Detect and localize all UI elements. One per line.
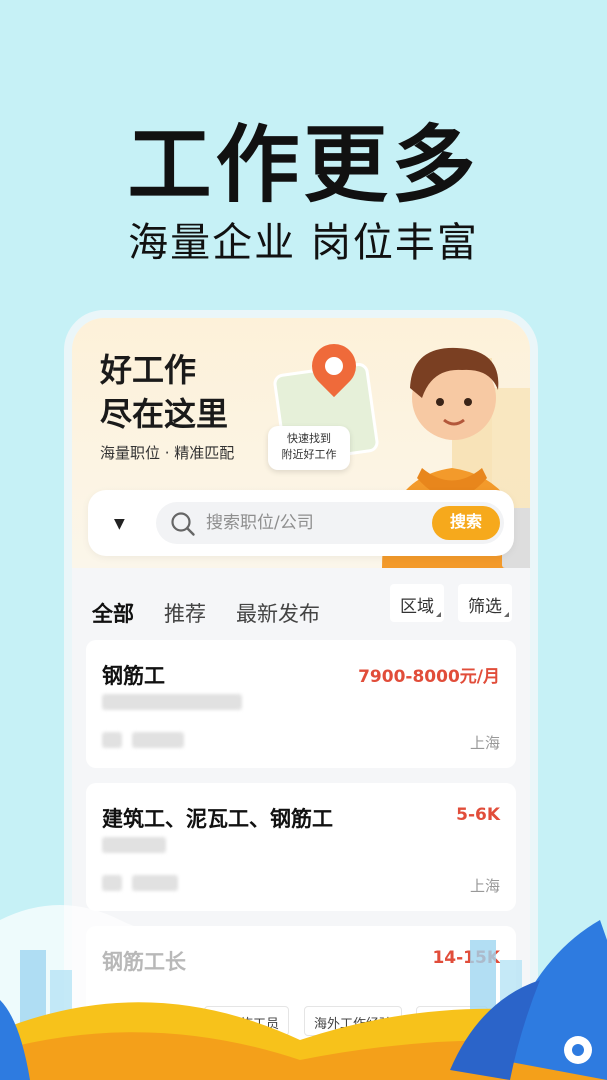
blurred-contact (132, 732, 184, 748)
search-bar[interactable]: 搜索 (156, 502, 504, 544)
blurred-contact (132, 875, 178, 891)
corner-triangle-icon (504, 612, 509, 617)
job-salary: 5-6K (456, 805, 500, 825)
banner-title: 好工作 尽在这里 (100, 348, 228, 436)
blurred-avatar (102, 875, 122, 891)
banner-title-line1: 好工作 (100, 351, 197, 389)
region-filter-label: 区域 (400, 597, 434, 617)
search-card: ▼ 搜索 (88, 490, 514, 556)
hero-title: 工作更多 (127, 116, 480, 214)
job-card[interactable]: 钢筋工 7900-8000元/月 上海 (86, 640, 516, 768)
phone-screen: 好工作 尽在这里 海量职位 · 精准匹配 快速找到 附近好工作 ▼ 搜索职位/公… (64, 310, 538, 1080)
tag-chip[interactable]: 海外工作经验 (304, 1006, 403, 1036)
filter-label: 筛选 (468, 597, 502, 617)
search-button[interactable]: 搜索 (432, 506, 500, 540)
job-card[interactable]: 建筑工、泥瓦工、钢筋工 5-6K 上海 (86, 783, 516, 911)
tag-chip[interactable]: 房屋建筑 (416, 1006, 489, 1036)
filter-button[interactable]: 筛选 (458, 584, 512, 622)
job-title: 建筑工、泥瓦工、钢筋工 (102, 807, 333, 831)
search-icon (171, 512, 195, 536)
bubble-line2: 附近好工作 (281, 448, 337, 461)
tab-all[interactable]: 全部 (92, 598, 134, 628)
corner-triangle-icon (436, 612, 441, 617)
job-salary: 14-15K (432, 948, 500, 968)
hero-subtitle: 海量企业 岗位丰富 (128, 220, 479, 266)
banner-title-line2: 尽在这里 (100, 395, 229, 433)
job-city: 上海 (469, 877, 500, 895)
banner-tagline: 海量职位 · 精准匹配 (100, 444, 235, 462)
tag-chip[interactable]: 工业工程经验 (94, 1006, 193, 1036)
banner-bubble: 快速找到 附近好工作 (268, 426, 350, 470)
tag-chip[interactable]: 分包施工员 (204, 1006, 290, 1036)
job-title: 钢筋工长 (102, 950, 186, 974)
bubble-line1: 快速找到 (287, 432, 331, 445)
tab-latest[interactable]: 最新发布 (236, 598, 320, 628)
job-title: 钢筋工 (102, 664, 165, 688)
blurred-avatar (102, 732, 122, 748)
caret-down-icon[interactable]: ▼ (114, 516, 125, 532)
region-filter-button[interactable]: 区域 (390, 584, 444, 622)
search-input[interactable] (206, 510, 426, 536)
tab-recommended[interactable]: 推荐 (164, 598, 206, 628)
blurred-company (102, 837, 166, 853)
job-city: 上海 (469, 734, 500, 752)
blurred-company (102, 694, 242, 710)
promo-banner[interactable]: 好工作 尽在这里 海量职位 · 精准匹配 快速找到 附近好工作 ▼ 搜索职位/公… (72, 318, 530, 568)
job-salary: 7900-8000元/月 (358, 667, 500, 687)
